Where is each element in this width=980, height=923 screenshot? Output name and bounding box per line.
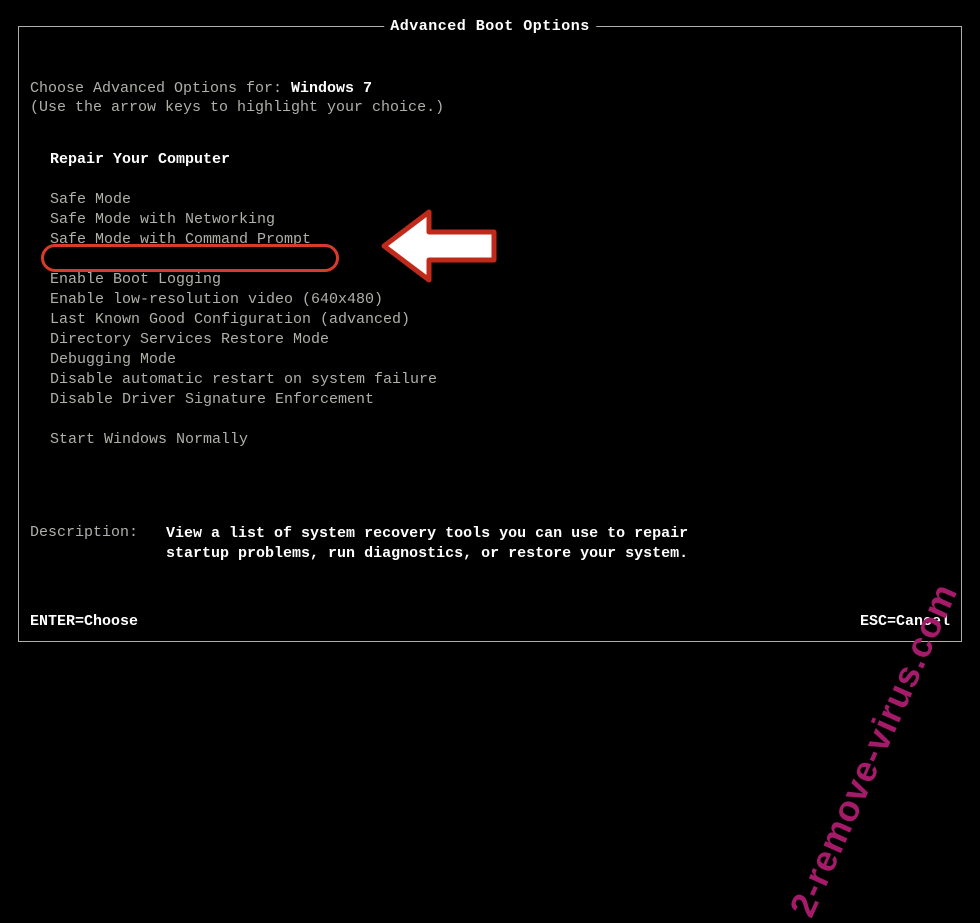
option-safe-mode[interactable]: Safe Mode	[50, 190, 437, 210]
option-safe-mode-command-prompt[interactable]: Safe Mode with Command Prompt	[50, 230, 437, 250]
boot-options-list: Repair Your Computer Safe Mode Safe Mode…	[50, 150, 437, 450]
instruction-text: (Use the arrow keys to highlight your ch…	[30, 99, 444, 116]
header-block: Choose Advanced Options for: Windows 7 (…	[30, 80, 444, 116]
option-enable-boot-logging[interactable]: Enable Boot Logging	[50, 270, 437, 290]
enter-hint: ENTER=Choose	[30, 613, 138, 630]
description-text: View a list of system recovery tools you…	[166, 524, 706, 564]
footer-bar: ENTER=Choose ESC=Cancel	[30, 613, 950, 630]
option-safe-mode-networking[interactable]: Safe Mode with Networking	[50, 210, 437, 230]
option-disable-auto-restart[interactable]: Disable automatic restart on system fail…	[50, 370, 437, 390]
os-name: Windows 7	[291, 80, 372, 97]
option-repair-your-computer[interactable]: Repair Your Computer	[50, 150, 437, 170]
option-ds-restore-mode[interactable]: Directory Services Restore Mode	[50, 330, 437, 350]
description-block: Description: View a list of system recov…	[30, 524, 706, 564]
option-debugging-mode[interactable]: Debugging Mode	[50, 350, 437, 370]
esc-hint: ESC=Cancel	[860, 613, 950, 630]
choose-line: Choose Advanced Options for: Windows 7	[30, 80, 444, 97]
page-title: Advanced Boot Options	[384, 18, 596, 35]
choose-prefix: Choose Advanced Options for:	[30, 80, 291, 97]
option-low-resolution-video[interactable]: Enable low-resolution video (640x480)	[50, 290, 437, 310]
option-last-known-good[interactable]: Last Known Good Configuration (advanced)	[50, 310, 437, 330]
description-label: Description:	[30, 524, 138, 541]
option-start-windows-normally[interactable]: Start Windows Normally	[50, 430, 437, 450]
option-disable-driver-sig[interactable]: Disable Driver Signature Enforcement	[50, 390, 437, 410]
